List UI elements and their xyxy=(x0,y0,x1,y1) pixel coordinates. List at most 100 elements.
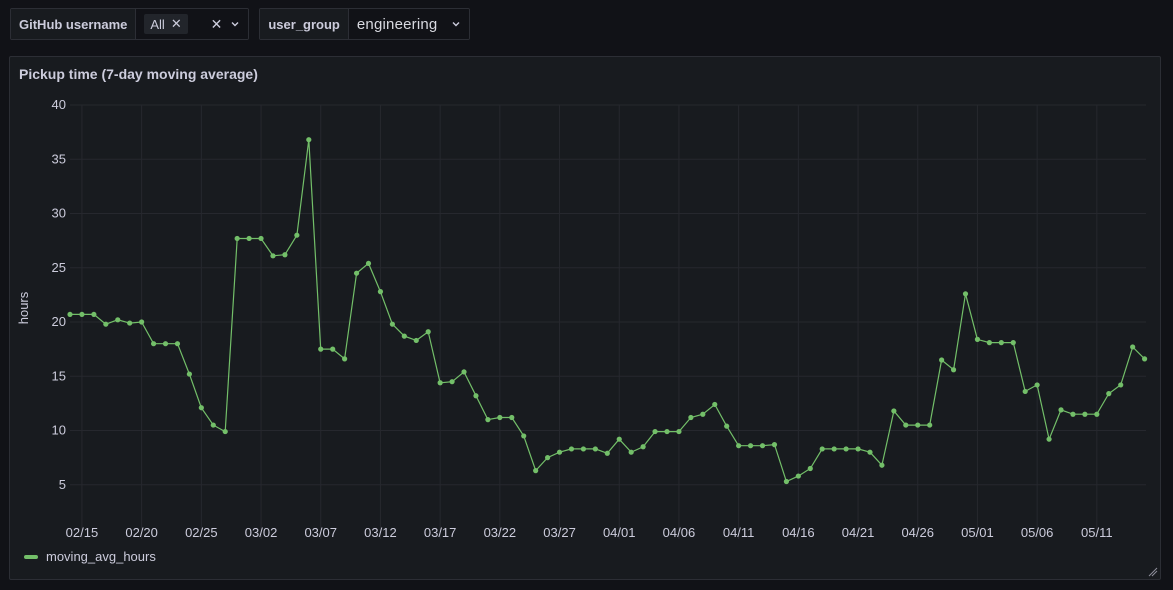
data-point xyxy=(1130,344,1136,350)
data-point xyxy=(127,320,133,326)
x-tick-label: 04/21 xyxy=(842,525,875,540)
data-point xyxy=(676,428,682,435)
data-point xyxy=(1058,407,1064,413)
y-tick-label: 10 xyxy=(52,423,66,438)
data-point xyxy=(927,422,933,428)
data-point xyxy=(747,443,754,449)
data-point xyxy=(318,346,324,352)
y-tick-label: 30 xyxy=(52,206,66,221)
data-point xyxy=(819,446,825,452)
data-point xyxy=(258,235,264,242)
data-point xyxy=(783,478,790,485)
y-tick-label: 35 xyxy=(52,151,66,166)
github-username-select[interactable]: All ✕ ✕ xyxy=(136,9,249,39)
data-point xyxy=(377,289,384,295)
data-point xyxy=(521,433,527,439)
x-tick-label: 05/01 xyxy=(961,525,994,540)
data-point xyxy=(270,253,276,259)
data-point xyxy=(91,311,97,318)
chart-panel: Pickup time (7-day moving average) 5 10 15… xyxy=(9,56,1161,580)
x-tick-label: 02/20 xyxy=(125,525,158,540)
data-point xyxy=(473,393,479,399)
x-tick-label: 05/06 xyxy=(1021,525,1054,540)
data-point xyxy=(771,442,778,448)
x-tick-label: 04/16 xyxy=(782,525,815,540)
data-point xyxy=(652,428,658,435)
data-point xyxy=(1010,340,1016,346)
data-point xyxy=(867,449,873,455)
data-point xyxy=(198,405,204,411)
data-point xyxy=(807,465,813,472)
data-point xyxy=(210,422,216,428)
data-point xyxy=(1046,436,1052,442)
legend-label[interactable]: moving_avg_hours xyxy=(46,549,156,564)
data-point xyxy=(831,446,837,452)
x-tick-label: 03/27 xyxy=(543,525,576,540)
selected-chip: All ✕ xyxy=(144,14,188,34)
data-point xyxy=(282,252,288,258)
data-point xyxy=(1142,356,1148,362)
data-point xyxy=(79,311,85,318)
data-point xyxy=(174,341,181,347)
user-group-label: user_group xyxy=(260,9,349,39)
data-point xyxy=(497,414,503,421)
x-tick-label: 03/02 xyxy=(245,525,278,540)
close-icon[interactable]: ✕ xyxy=(171,16,182,32)
data-point xyxy=(103,321,109,327)
x-tick-label: 02/25 xyxy=(185,525,218,540)
data-point xyxy=(640,444,646,450)
x-tick-label: 03/07 xyxy=(304,525,337,540)
x-tick-label: 04/01 xyxy=(603,525,636,540)
data-point xyxy=(234,235,240,242)
data-point xyxy=(724,423,730,429)
data-point xyxy=(461,369,467,375)
data-point xyxy=(939,357,945,363)
x-tick-label: 03/22 xyxy=(484,525,517,540)
line-chart: 5 10 15 20 25 30 35 40 02/15 02/20 02/25 03/02 03/07… xyxy=(16,97,1148,540)
data-point xyxy=(592,446,598,452)
data-point xyxy=(950,367,957,373)
data-point xyxy=(843,446,849,452)
data-point xyxy=(903,422,909,428)
data-point xyxy=(437,380,443,386)
github-username-variable: GitHub username All ✕ ✕ xyxy=(10,8,250,40)
data-point xyxy=(1022,388,1028,395)
github-username-label: GitHub username xyxy=(11,9,137,39)
data-point xyxy=(974,336,981,342)
data-point xyxy=(700,411,706,417)
y-tick-label: 25 xyxy=(52,260,66,275)
x-tick-label: 03/12 xyxy=(364,525,397,540)
data-point xyxy=(545,455,551,461)
data-point xyxy=(759,443,766,449)
data-point xyxy=(115,317,121,323)
legend: moving_avg_hours xyxy=(24,549,156,564)
data-point xyxy=(1082,411,1088,417)
data-point xyxy=(1106,391,1112,397)
chevron-down-icon[interactable] xyxy=(451,17,461,32)
data-point xyxy=(1070,411,1076,417)
y-tick-label: 15 xyxy=(52,368,66,383)
data-point xyxy=(664,428,670,435)
chevron-down-icon[interactable] xyxy=(230,17,240,32)
data-point xyxy=(342,356,348,362)
data-point xyxy=(580,446,587,452)
data-point xyxy=(962,291,969,297)
legend-swatch[interactable] xyxy=(24,554,38,559)
clear-icon[interactable]: ✕ xyxy=(211,16,223,33)
data-point xyxy=(736,443,742,449)
user-group-value: engineering xyxy=(356,15,438,33)
chip-label: All xyxy=(150,16,165,32)
data-point xyxy=(150,341,157,347)
data-point xyxy=(449,379,455,385)
x-tick-label: 02/15 xyxy=(66,525,99,540)
x-tick-label: 03/17 xyxy=(424,525,457,540)
user-group-select[interactable]: engineering xyxy=(348,9,469,39)
data-point xyxy=(389,321,395,327)
data-point xyxy=(162,341,169,347)
data-point xyxy=(401,333,407,339)
resize-handle-icon[interactable] xyxy=(1148,567,1158,577)
data-point xyxy=(628,449,634,455)
data-point xyxy=(712,401,718,408)
data-point xyxy=(986,340,992,346)
data-point xyxy=(616,436,622,442)
